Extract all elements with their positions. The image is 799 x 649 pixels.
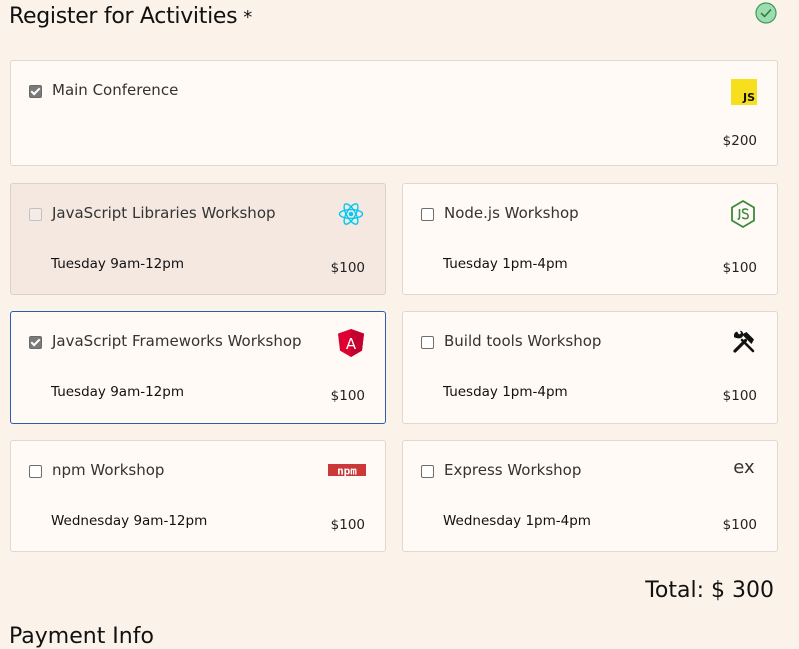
activity-title: JavaScript Libraries Workshop <box>52 204 276 222</box>
activity-price: $100 <box>330 388 365 404</box>
angular-logo-text: A <box>346 335 357 353</box>
npm-logo-icon: npm <box>328 464 366 478</box>
javascript-logo-icon: JS <box>731 79 757 105</box>
activity-time: Tuesday 9am-12pm <box>51 256 184 272</box>
activity-price: $100 <box>330 517 365 533</box>
angular-logo-icon: A <box>338 329 364 357</box>
activity-title: Express Workshop <box>444 461 582 479</box>
activities-heading: Register for Activities * <box>9 4 252 29</box>
activity-card-js-libraries: JavaScript Libraries Workshop Tuesday 9a… <box>10 183 386 295</box>
checkmark-circle-icon <box>755 2 777 24</box>
activity-card-nodejs[interactable]: Node.js Workshop Tuesday 1pm-4pm $100 <box>402 183 778 295</box>
activity-title: Node.js Workshop <box>444 204 579 222</box>
react-logo-icon <box>338 203 364 225</box>
activity-title: JavaScript Frameworks Workshop <box>52 332 302 350</box>
activity-card-build-tools[interactable]: Build tools Workshop Tuesday 1pm-4pm $10… <box>402 311 778 424</box>
build-tools-checkbox[interactable] <box>421 336 434 349</box>
activity-time: Wednesday 1pm-4pm <box>443 513 591 529</box>
activity-price: $100 <box>722 388 757 404</box>
activity-price: $100 <box>330 260 365 276</box>
npm-logo-text: npm <box>337 465 357 478</box>
js-frameworks-checkbox[interactable] <box>29 336 42 349</box>
activity-title: Main Conference <box>52 81 179 99</box>
activity-card-main-conference[interactable]: Main Conference JS $200 <box>10 60 778 166</box>
activity-card-npm[interactable]: npm Workshop npm Wednesday 9am-12pm $100 <box>10 440 386 552</box>
express-checkbox[interactable] <box>421 465 434 478</box>
total-cost: Total: $ 300 <box>645 578 774 603</box>
activity-card-express[interactable]: Express Workshop ex Wednesday 1pm-4pm $1… <box>402 440 778 552</box>
activity-title: npm Workshop <box>52 461 165 479</box>
activity-time: Tuesday 9am-12pm <box>51 384 184 400</box>
activity-price: $200 <box>722 133 757 149</box>
js-libraries-checkbox <box>29 208 42 221</box>
nodejs-checkbox[interactable] <box>421 208 434 221</box>
main-conference-checkbox[interactable] <box>29 85 42 98</box>
js-logo-text: JS <box>742 91 755 104</box>
tools-icon <box>733 330 755 353</box>
required-asterisk: * <box>243 7 252 28</box>
activity-card-js-frameworks[interactable]: JavaScript Frameworks Workshop A Tuesday… <box>10 311 386 424</box>
activity-price: $100 <box>722 260 757 276</box>
activities-heading-text: Register for Activities <box>9 4 238 29</box>
activity-price: $100 <box>722 517 757 533</box>
activity-time: Tuesday 1pm-4pm <box>443 384 568 400</box>
npm-checkbox[interactable] <box>29 465 42 478</box>
activity-title: Build tools Workshop <box>444 332 602 350</box>
nodejs-logo-icon <box>731 199 755 229</box>
payment-info-heading: Payment Info <box>9 624 154 649</box>
express-logo-icon: ex <box>733 458 755 478</box>
activity-time: Wednesday 9am-12pm <box>51 513 208 529</box>
activity-time: Tuesday 1pm-4pm <box>443 256 568 272</box>
express-logo-text: ex <box>733 458 755 478</box>
